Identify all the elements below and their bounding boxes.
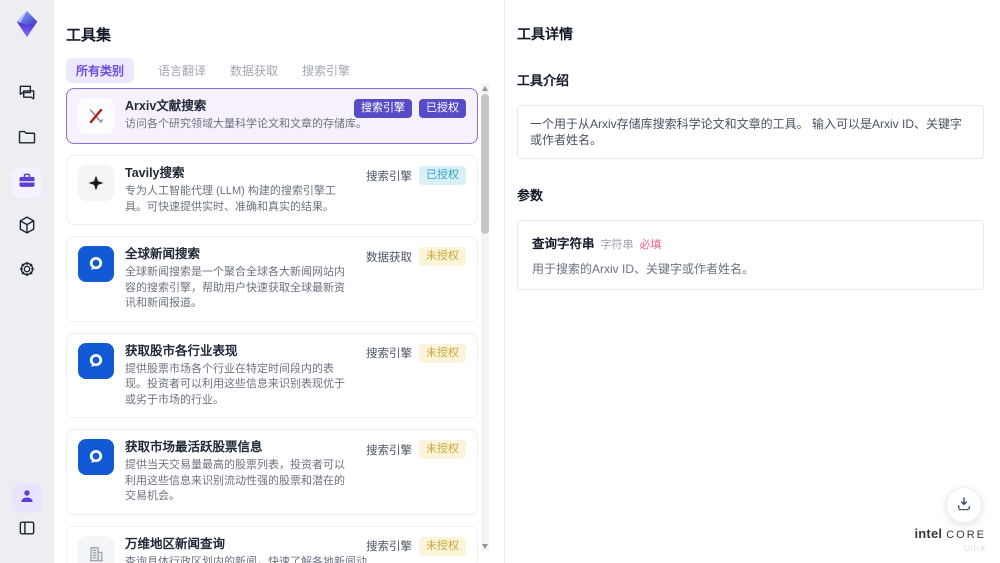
tool-description: 全球新闻搜索是一个聚合全球各大新闻网站内容的搜索引擎，帮助用户快速获取全球最新资… [125,266,345,309]
tool-name: 获取股市各行业表现 [125,343,238,358]
auth-status-badge: 未授权 [419,247,466,266]
tool-badges: 搜索引擎 未授权 [366,536,466,556]
detail-title: 工具详情 [517,26,573,42]
intel-core-logo: intel core Ultra [914,526,986,553]
chat-icon [17,83,37,108]
auth-status-badge: 未授权 [419,536,466,556]
sidebar-item-chat[interactable] [12,80,42,110]
auth-status-badge: 未授权 [419,440,466,459]
app-window: 工具集 所有类别 语言翻译 数据获取 搜索引擎 Arxiv文献搜索 访问各个研究… [0,0,1000,563]
tab-language-translation[interactable]: 语言翻译 [158,62,206,79]
auth-status-badge: 未授权 [419,343,466,363]
sidebar-item-models[interactable] [12,212,42,242]
category-label: 搜索引擎 [366,444,412,457]
tool-name: 全球新闻搜索 [125,247,201,261]
sidebar-item-settings[interactable] [12,256,42,286]
sidebar-bottom [0,483,54,545]
tab-data-fetch[interactable]: 数据获取 [230,62,278,79]
sidebar-nav [0,80,54,286]
cube-icon [17,215,37,240]
app-logo[interactable] [12,9,42,39]
category-tabs: 所有类别 语言翻译 数据获取 搜索引擎 [66,58,350,83]
arxiv-logo-icon [78,98,114,134]
tool-name: 获取市场最活跃股票信息 [125,440,263,454]
tool-card-regional-news[interactable]: 万维地区新闻查询 查询具体行政区划内的新闻，快速了解各地新闻动 搜索引擎 未授权 [66,525,478,563]
category-badge: 搜索引擎 [354,99,412,118]
parameter-card: 查询字符串 字符串 必填 用于搜索的Arxiv ID、关键字或作者姓名。 [517,220,984,290]
sidebar-item-toolset[interactable] [12,168,42,198]
toolbox-icon [17,171,37,196]
download-icon [955,495,973,516]
tool-badges: 数据获取 未授权 [366,247,466,266]
tool-badges: 搜索引擎 未授权 [366,343,466,363]
tool-description: 访问各个研究领域大量科学论文和文章的存储库。 [125,118,367,130]
tools-panel: 工具集 所有类别 语言翻译 数据获取 搜索引擎 Arxiv文献搜索 访问各个研究… [54,0,504,563]
tool-card-sector-performance[interactable]: 获取股市各行业表现 提供股票市场各个行业在特定时间段内的表现。投资者可以利用这些… [66,332,478,418]
tool-card-body: Arxiv文献搜索 访问各个研究领域大量科学论文和文章的存储库。 [125,98,367,133]
download-button[interactable] [946,487,982,523]
ultra-wordmark: Ultra [964,544,986,553]
tool-description: 提供当天交易量最高的股票列表，投资者可以利用这些信息来识别流动性强的股票和潜在的… [125,459,345,502]
parameter-type: 字符串 [600,239,634,251]
list-scrollbar[interactable] [481,84,489,551]
sidebar-item-files[interactable] [12,124,42,154]
category-label: 搜索引擎 [366,170,412,183]
news-globe-icon [78,342,114,379]
parameter-header: 查询字符串 字符串 必填 [532,233,969,252]
tool-badges: 搜索引擎 未授权 [366,440,466,459]
tool-card-body: 获取市场最活跃股票信息 提供当天交易量最高的股票列表，投资者可以利用这些信息来识… [125,439,355,505]
tool-list: Arxiv文献搜索 访问各个研究领域大量科学论文和文章的存储库。 搜索引擎 已授… [66,88,478,563]
tool-badges: 搜索引擎 已授权 [354,99,466,118]
sidebar-item-account[interactable] [12,483,42,513]
tool-description: 提供股票市场各个行业在特定时间段内的表现。投资者可以利用这些信息来识别表现优于或… [125,362,345,406]
tool-card-body: Tavily搜索 专为人工智能代理 (LLM) 构建的搜索引擎工具。可快速提供实… [125,165,355,215]
scroll-up-arrow-icon[interactable] [482,86,488,91]
tool-name: Arxiv文献搜索 [125,99,207,113]
tool-intro-text: 一个用于从Arxiv存储库搜索科学论文和文章的工具。 输入可以是Arxiv ID… [517,105,984,159]
params-heading: 参数 [517,188,544,203]
auth-status-badge: 已授权 [419,166,466,185]
parameter-description: 用于搜索的Arxiv ID、关键字或作者姓名。 [532,262,755,276]
category-label: 搜索引擎 [366,348,412,360]
building-icon [78,535,114,563]
scroll-down-arrow-icon[interactable] [482,544,488,549]
tool-card-body: 获取股市各行业表现 提供股票市场各个行业在特定时间段内的表现。投资者可以利用这些… [125,343,355,409]
tab-search-engine[interactable]: 搜索引擎 [302,62,350,79]
folder-icon [17,127,37,152]
tool-card-arxiv[interactable]: Arxiv文献搜索 访问各个研究领域大量科学论文和文章的存储库。 搜索引擎 已授… [66,88,478,144]
tool-card-tavily[interactable]: Tavily搜索 专为人工智能代理 (LLM) 构建的搜索引擎工具。可快速提供实… [66,155,478,225]
tab-all-categories[interactable]: 所有类别 [66,58,135,83]
scrollbar-thumb[interactable] [481,94,489,234]
auth-status-badge: 已授权 [419,99,466,118]
user-icon [18,487,36,510]
tool-detail-panel: 工具详情 工具介绍 一个用于从Arxiv存储库搜索科学论文和文章的工具。 输入可… [504,0,1000,563]
news-globe-icon [78,246,114,282]
tool-badges: 搜索引擎 已授权 [366,166,466,185]
tool-card-body: 万维地区新闻查询 查询具体行政区划内的新闻，快速了解各地新闻动 [125,536,367,563]
tool-card-global-news[interactable]: 全球新闻搜索 全球新闻搜索是一个聚合全球各大新闻网站内容的搜索引擎，帮助用户快速… [66,236,478,322]
intro-heading: 工具介绍 [517,73,570,88]
tool-card-active-stocks[interactable]: 获取市场最活跃股票信息 提供当天交易量最高的股票列表，投资者可以利用这些信息来识… [66,429,478,515]
tool-card-body: 全球新闻搜索 全球新闻搜索是一个聚合全球各大新闻网站内容的搜索引擎，帮助用户快速… [125,246,355,312]
tool-description: 查询具体行政区划内的新闻，快速了解各地新闻动 [125,555,367,563]
panel-toggle-icon [17,518,37,543]
category-label: 数据获取 [366,251,412,264]
tool-name: Tavily搜索 [125,166,185,180]
settings-icon [17,259,37,284]
tavily-star-icon [78,165,114,201]
core-wordmark: core [946,529,986,541]
sidebar-item-collapse[interactable] [12,515,42,545]
category-label: 搜索引擎 [366,541,412,553]
sidebar [0,0,54,563]
intel-wordmark: intel [914,526,943,541]
tool-description: 专为人工智能代理 (LLM) 构建的搜索引擎工具。可快速提供实时、准确和真实的结… [125,185,336,213]
tool-name: 万维地区新闻查询 [125,536,226,551]
news-globe-icon [78,439,114,475]
parameter-required-flag: 必填 [639,239,662,251]
page-title: 工具集 [66,27,112,44]
parameter-name: 查询字符串 [532,237,595,251]
